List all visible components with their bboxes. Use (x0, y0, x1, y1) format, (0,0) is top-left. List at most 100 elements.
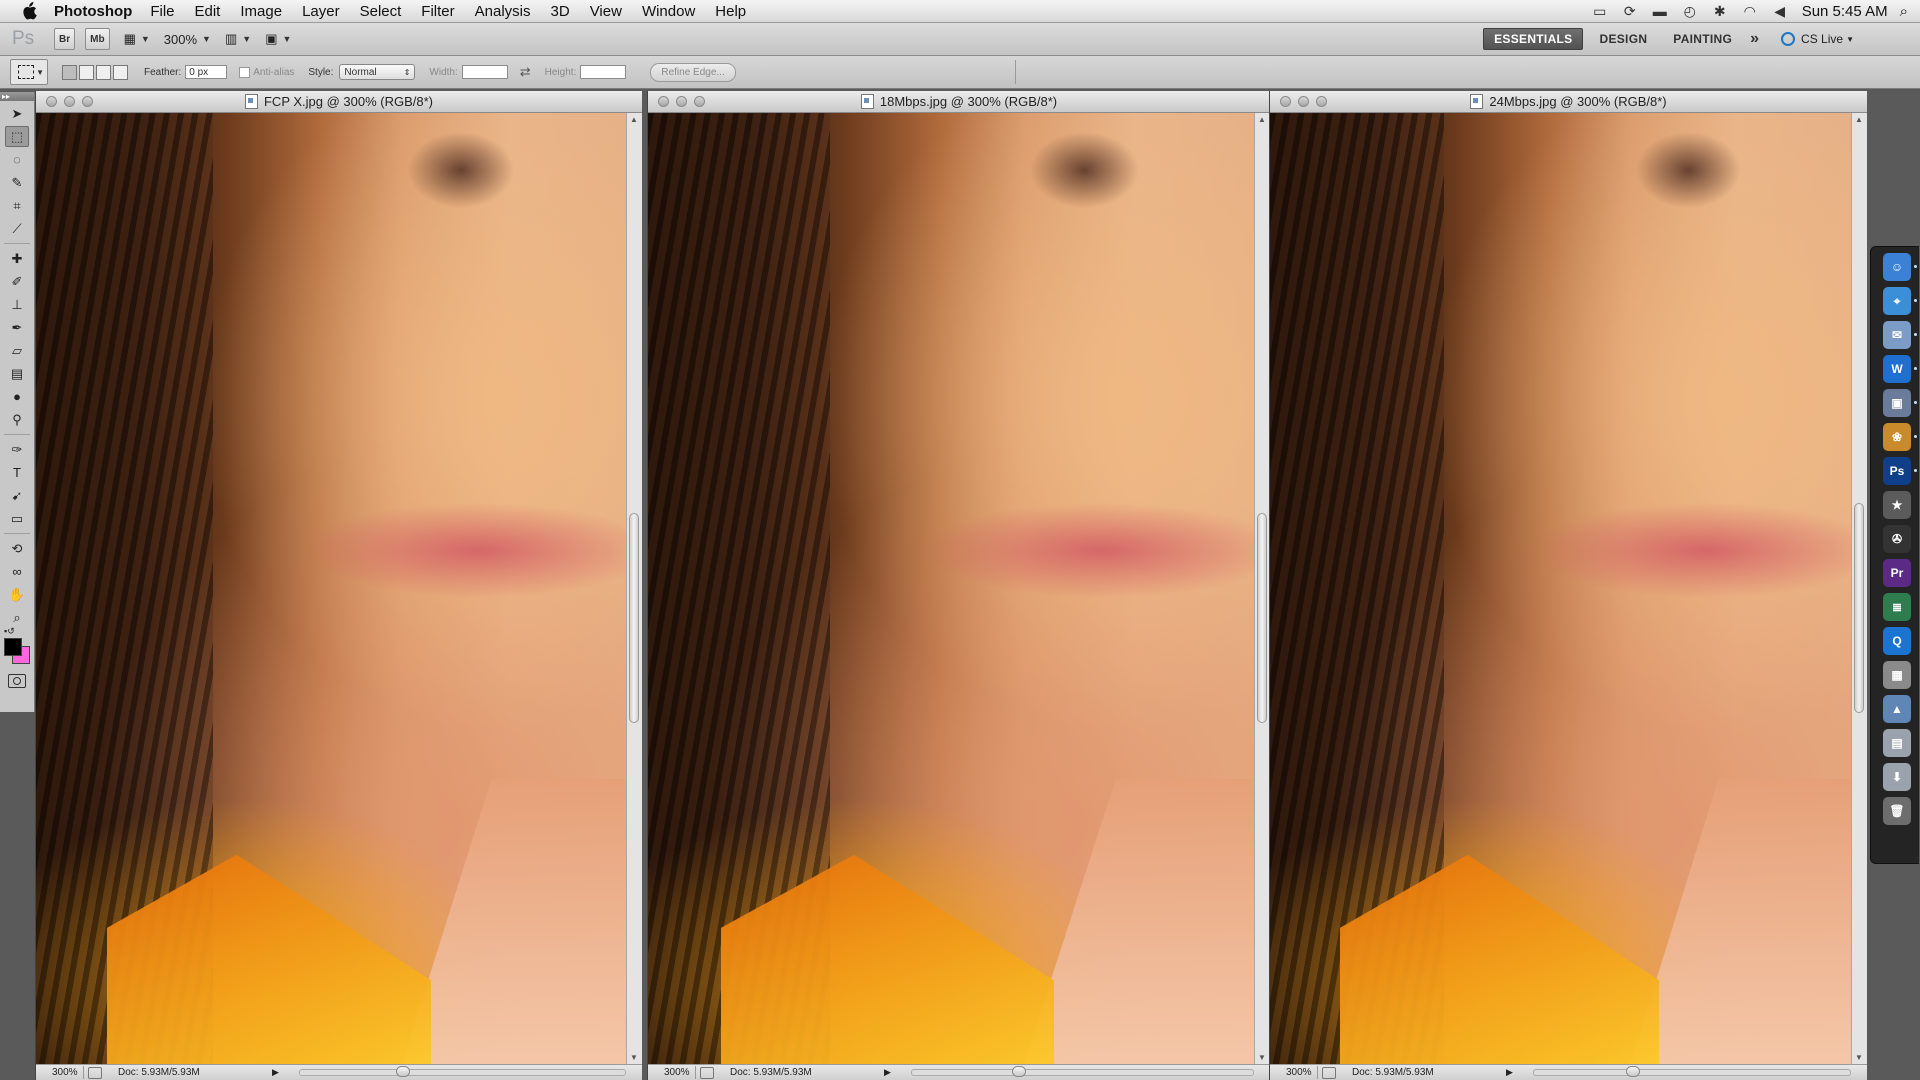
dock-premiere-icon[interactable]: Pr (1883, 559, 1911, 587)
status-zoom-field[interactable]: 300% (648, 1066, 696, 1079)
scroll-up-icon[interactable]: ▲ (1258, 115, 1266, 124)
eyedropper-tool-icon[interactable]: ⟋ (5, 218, 29, 239)
scroll-down-icon[interactable]: ▼ (630, 1053, 638, 1062)
workspace-painting[interactable]: PAINTING (1663, 29, 1742, 49)
foreground-color-swatch[interactable] (4, 638, 22, 656)
dock-quicktime-icon[interactable]: Q (1883, 627, 1911, 655)
dock-iphoto-icon[interactable]: ❀ (1883, 423, 1917, 451)
status-info-icon[interactable] (88, 1066, 102, 1079)
scroll-thumb[interactable] (1257, 513, 1267, 723)
vertical-scrollbar[interactable]: ▲ ▼ (626, 113, 642, 1064)
scroll-up-icon[interactable]: ▲ (630, 115, 638, 124)
horizontal-scrollbar[interactable] (910, 1066, 1254, 1077)
spot-healing-tool-icon[interactable]: ✚ (5, 248, 29, 269)
rectangle-tool-icon[interactable]: ▭ (5, 508, 29, 529)
dock-imovie-icon[interactable]: ★ (1883, 491, 1911, 519)
zoom-level-dropdown[interactable]: 300% ▼ (164, 32, 211, 47)
arrange-documents-dropdown[interactable]: ▥ ▼ (225, 31, 251, 47)
horizontal-scroll-thumb[interactable] (395, 1066, 410, 1077)
status-info-icon[interactable] (700, 1066, 714, 1079)
zoom-tool-icon[interactable]: ⌕ (5, 607, 29, 628)
move-tool-icon[interactable]: ➤ (5, 103, 29, 124)
menu-edit[interactable]: Edit (195, 3, 221, 20)
dock-safari-icon[interactable]: ⌖ (1883, 287, 1917, 315)
intersect-selection-button[interactable] (113, 64, 128, 80)
menu-analysis[interactable]: Analysis (475, 3, 531, 20)
gradient-tool-icon[interactable]: ▤ (5, 363, 29, 384)
horizontal-scroll-thumb[interactable] (1625, 1066, 1640, 1077)
time-machine-icon[interactable]: ◴ (1680, 3, 1700, 19)
add-to-selection-button[interactable] (79, 64, 94, 80)
scroll-thumb[interactable] (629, 513, 639, 723)
subtract-from-selection-button[interactable] (96, 64, 111, 80)
bluetooth-icon[interactable]: ✱ (1710, 3, 1730, 19)
app-menu-photoshop[interactable]: Photoshop (54, 3, 132, 20)
volume-icon[interactable]: ◀ (1770, 3, 1790, 19)
tools-panel-grip[interactable]: ▸▸ (0, 92, 34, 101)
status-info-icon[interactable] (1322, 1066, 1336, 1079)
history-brush-tool-icon[interactable]: ✒ (5, 317, 29, 338)
dock-applications-icon[interactable]: ▲ (1883, 695, 1911, 723)
3d-rotate-tool-icon[interactable]: ⟲ (5, 538, 29, 559)
dock-stacks-icon[interactable]: ≣ (1883, 593, 1911, 621)
scroll-up-icon[interactable]: ▲ (1855, 115, 1863, 124)
close-window-button[interactable] (658, 96, 669, 107)
zoom-window-button[interactable] (1316, 96, 1327, 107)
status-menu-arrow-icon[interactable]: ▶ (1506, 1067, 1513, 1078)
image-canvas[interactable] (648, 113, 1254, 1064)
menu-window[interactable]: Window (642, 3, 695, 20)
status-menu-arrow-icon[interactable]: ▶ (884, 1067, 891, 1078)
height-input[interactable] (580, 65, 627, 79)
lasso-tool-icon[interactable]: ◌ (5, 149, 29, 170)
eraser-tool-icon[interactable]: ▱ (5, 340, 29, 361)
close-window-button[interactable] (1280, 96, 1291, 107)
menu-help[interactable]: Help (715, 3, 746, 20)
default-colors-icon[interactable]: ▪↺ (4, 626, 15, 637)
vertical-scrollbar[interactable]: ▲ ▼ (1851, 113, 1867, 1064)
workspace-design[interactable]: DESIGN (1589, 29, 1657, 49)
style-select[interactable]: Normal ⇕ (339, 64, 416, 80)
dock-finder-icon[interactable]: ☺ (1883, 253, 1917, 281)
horizontal-scroll-thumb[interactable] (1011, 1066, 1026, 1077)
dock-preview-icon[interactable]: ▣ (1883, 389, 1917, 417)
wifi-icon[interactable]: ◠ (1740, 3, 1760, 19)
image-canvas[interactable] (36, 113, 626, 1064)
minimize-window-button[interactable] (1298, 96, 1309, 107)
document-title-bar[interactable]: FCP X.jpg @ 300% (RGB/8*) (36, 91, 642, 113)
menu-filter[interactable]: Filter (421, 3, 454, 20)
zoom-window-button[interactable] (82, 96, 93, 107)
dock-trash-icon[interactable]: 🗑 (1883, 797, 1911, 825)
3d-orbit-tool-icon[interactable]: ∞ (5, 561, 29, 582)
menu-file[interactable]: File (150, 3, 174, 20)
feather-input[interactable]: 0 px (185, 65, 228, 79)
sync-icon[interactable]: ⟳ (1620, 3, 1640, 19)
document-title-bar[interactable]: 18Mbps.jpg @ 300% (RGB/8*) (648, 91, 1270, 113)
crop-tool-icon[interactable]: ⌗ (5, 195, 29, 216)
rectangular-marquee-tool-icon[interactable]: ⬚ (5, 126, 29, 147)
image-canvas[interactable] (1270, 113, 1851, 1064)
view-extras-dropdown[interactable]: ▦ ▼ (124, 31, 150, 47)
minimize-window-button[interactable] (64, 96, 75, 107)
zoom-window-button[interactable] (694, 96, 705, 107)
vertical-scrollbar[interactable]: ▲ ▼ (1254, 113, 1270, 1064)
dock-photoshop-icon[interactable]: Ps (1883, 457, 1917, 485)
dock-downloads-icon[interactable]: ⬇ (1883, 763, 1911, 791)
type-tool-icon[interactable]: T (5, 462, 29, 483)
refine-edge-button[interactable]: Refine Edge... (650, 62, 736, 82)
menu-layer[interactable]: Layer (302, 3, 340, 20)
new-selection-button[interactable] (62, 64, 77, 80)
screen-mode-dropdown[interactable]: ▣ ▼ (265, 31, 291, 47)
launch-mini-bridge-button[interactable]: Mb (85, 28, 110, 50)
dodge-tool-icon[interactable]: ⚲ (5, 409, 29, 430)
horizontal-scrollbar[interactable] (298, 1066, 626, 1077)
status-zoom-field[interactable]: 300% (1270, 1066, 1318, 1079)
cs-live-button[interactable]: CS Live ▼ (1781, 32, 1854, 46)
pen-tool-icon[interactable]: ✑ (5, 439, 29, 460)
menu-clock[interactable]: Sun 5:45 AM (1802, 3, 1888, 20)
scroll-down-icon[interactable]: ▼ (1855, 1053, 1863, 1062)
horizontal-scrollbar[interactable] (1532, 1066, 1851, 1077)
document-title-bar[interactable]: 24Mbps.jpg @ 300% (RGB/8*) (1270, 91, 1867, 113)
display-icon[interactable]: ▬ (1650, 3, 1670, 19)
launch-bridge-button[interactable]: Br (54, 28, 76, 50)
dock-word-icon[interactable]: W (1883, 355, 1917, 383)
